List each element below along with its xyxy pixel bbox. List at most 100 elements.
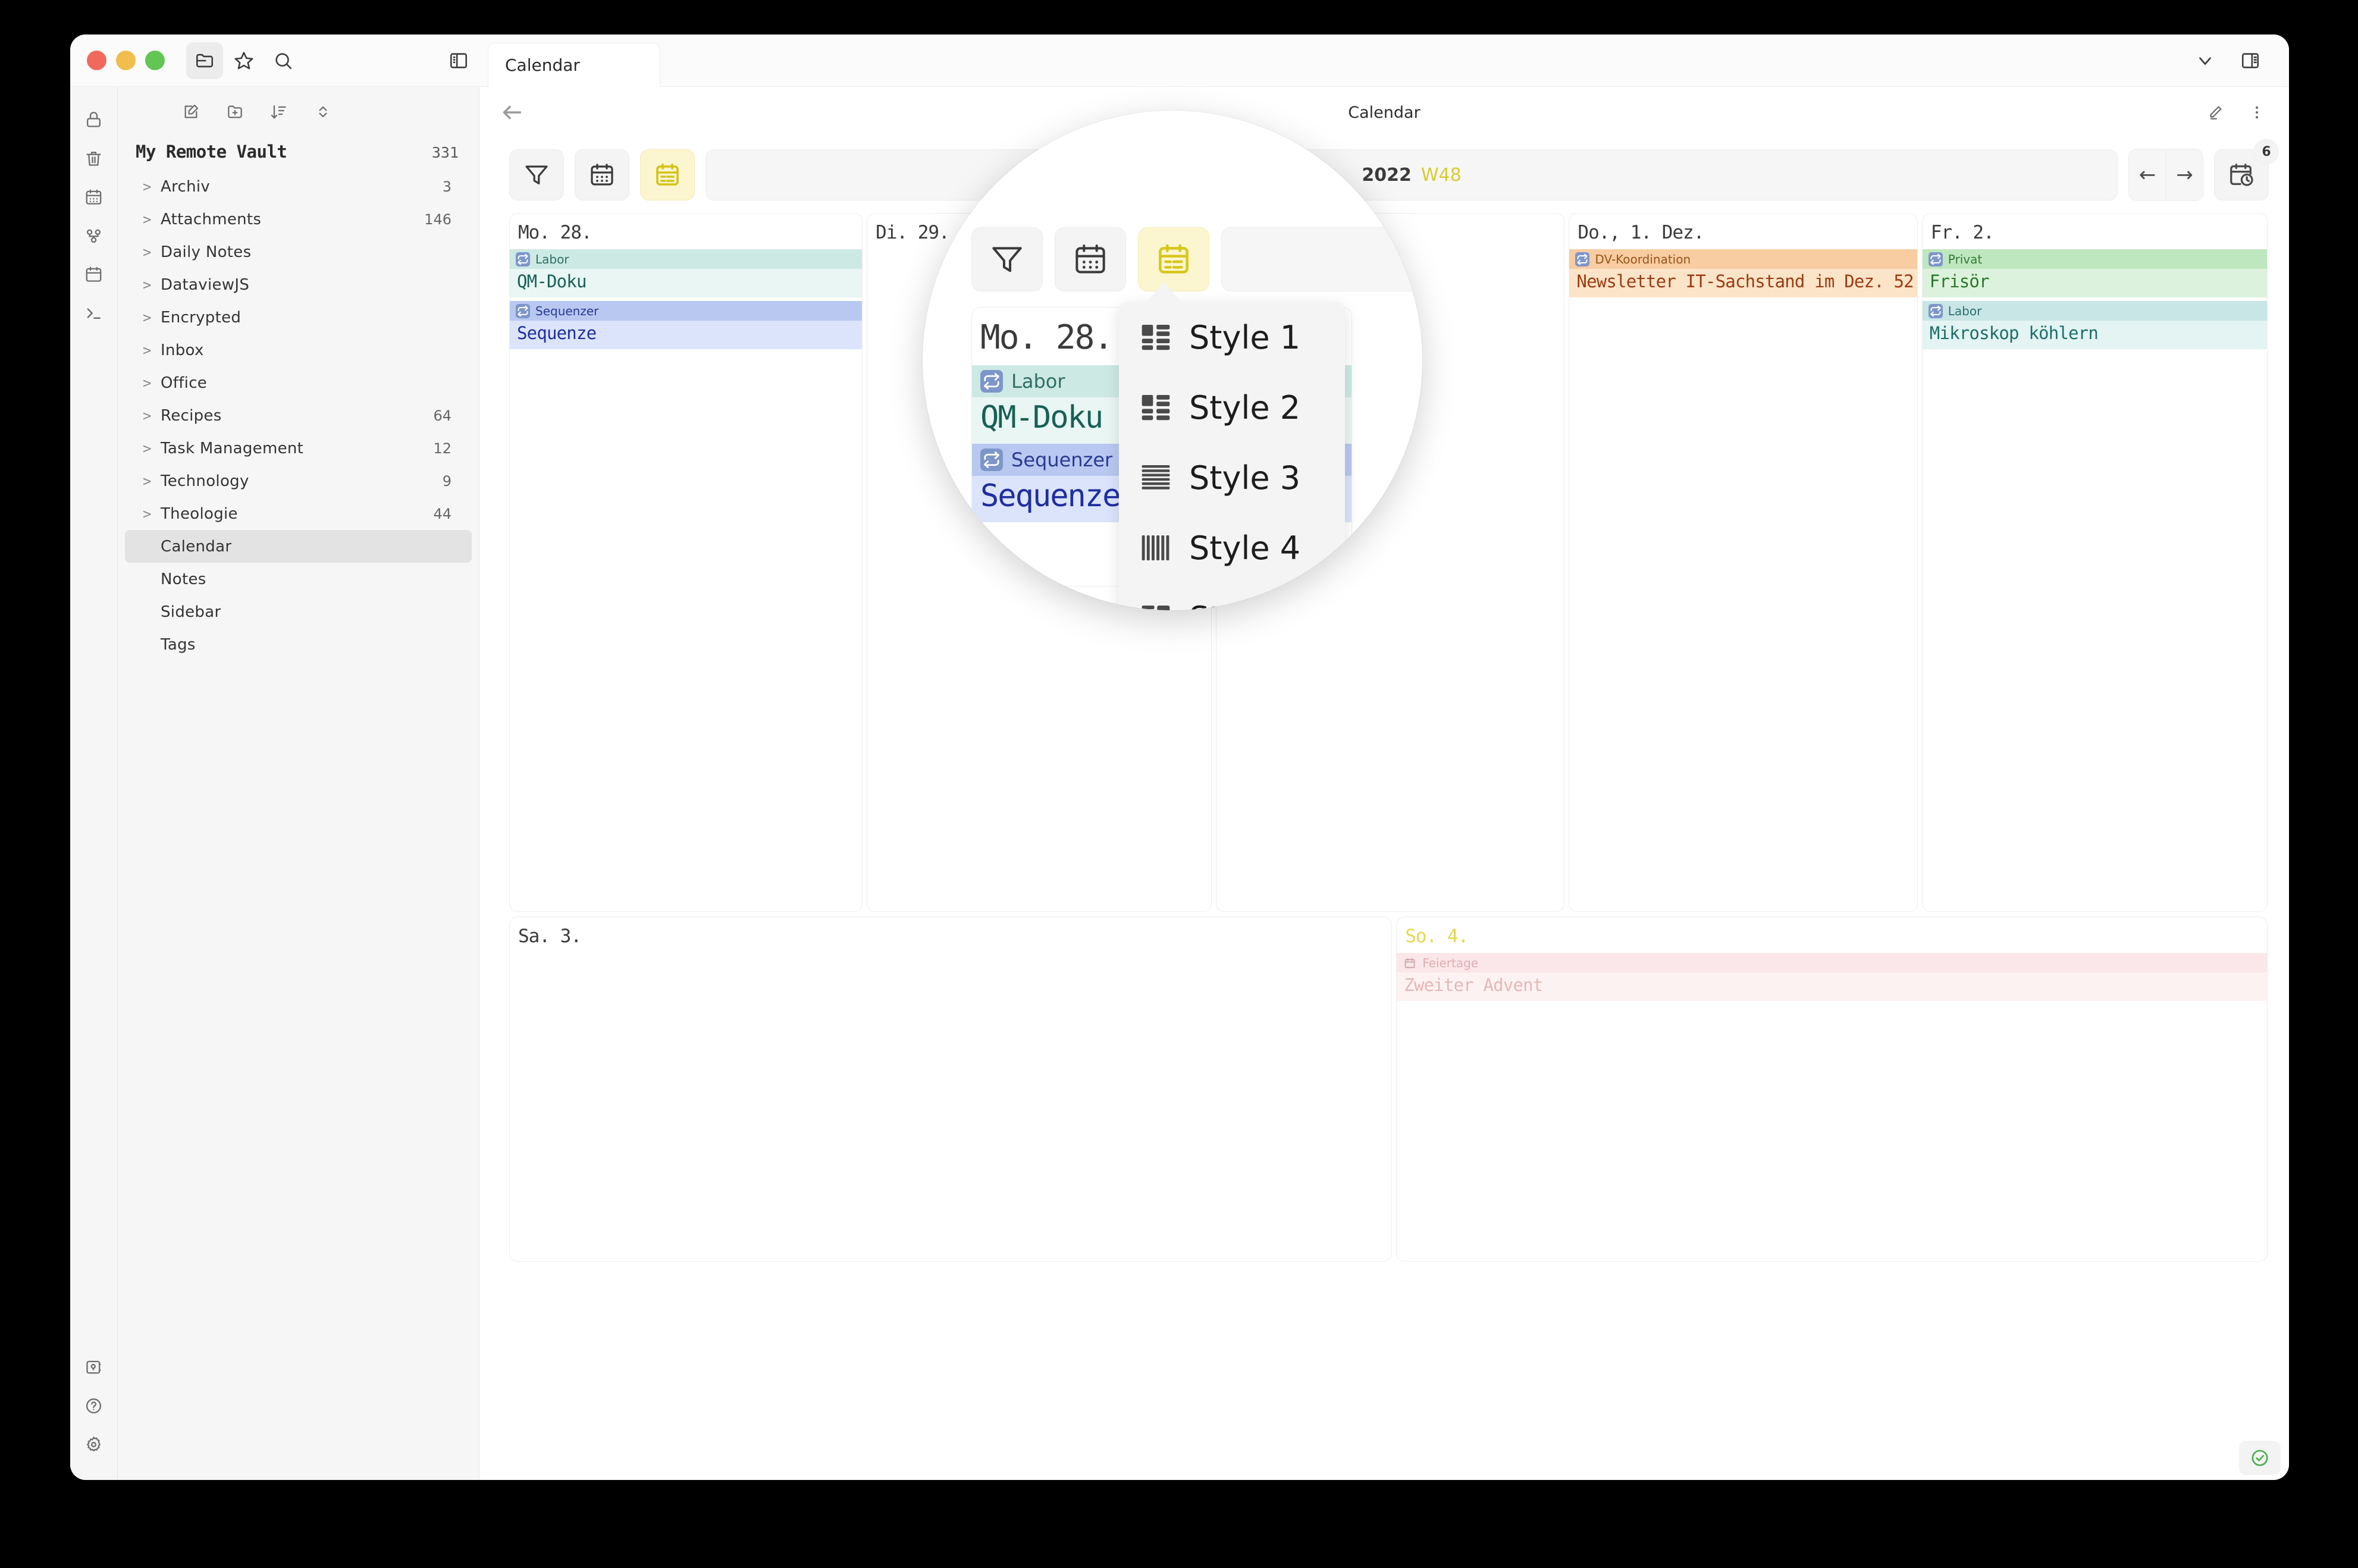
style-menu-item-4[interactable]: Style 4 xyxy=(1119,513,1345,583)
vault-header: My Remote Vault 331 xyxy=(118,137,479,162)
calendar-day-cell[interactable]: Fr. 2. Privat Frisör Labor Mikroskop köhlern xyxy=(1921,213,2268,912)
repeat-icon xyxy=(516,252,530,266)
help-icon[interactable] xyxy=(76,1387,112,1424)
sidebar-folder-technology[interactable]: > Technology 9 xyxy=(125,465,472,497)
chevron-right-icon: > xyxy=(143,374,152,391)
sidebar-folder-recipes[interactable]: > Recipes 64 xyxy=(125,399,472,432)
toggle-left-sidebar-icon[interactable] xyxy=(440,42,477,79)
event-calendar-label: DV-Koordination xyxy=(1595,252,1691,266)
magnified-calendar-month-view-button[interactable] xyxy=(1055,227,1126,291)
sidebar-item-notes[interactable]: Notes xyxy=(125,563,472,595)
calendar-event[interactable]: Feiertage Zweiter Advent xyxy=(1397,953,2267,1001)
trash-icon[interactable] xyxy=(76,140,112,177)
app-window: Calendar My Remote Vault 331 > Archiv 3 … xyxy=(70,35,2289,1480)
sidebar-toolbar xyxy=(118,87,479,137)
calendar-event[interactable]: DV-Koordination Newsletter IT-Sachstand i… xyxy=(1569,249,1917,297)
sidebar-item-calendar[interactable]: Calendar xyxy=(125,530,472,563)
sidebar-folder-attachments[interactable]: > Attachments 146 xyxy=(125,203,472,236)
sidebar-folder-label: Daily Notes xyxy=(161,243,252,261)
event-title: Mikroskop köhlern xyxy=(1922,321,2268,349)
period-nav-group: ← → xyxy=(2128,149,2203,201)
prev-period-button[interactable]: ← xyxy=(2129,149,2166,200)
sidebar-folder-dataviewjs[interactable]: > DataviewJS xyxy=(125,268,472,301)
sidebar-folder-count: 64 xyxy=(433,407,451,424)
event-title: Zweiter Advent xyxy=(1397,973,2267,1001)
pencil-icon[interactable] xyxy=(2202,99,2228,126)
titlebar-left xyxy=(70,35,479,87)
sidebar-folder-task-management[interactable]: > Task Management 12 xyxy=(125,432,472,465)
more-vertical-icon[interactable] xyxy=(2244,99,2270,126)
calendar-week-row-2: Sa. 3. So. 4. Feiertage Zweiter Advent xyxy=(509,917,2268,1262)
toggle-right-sidebar-icon[interactable] xyxy=(2232,42,2269,79)
star-icon[interactable] xyxy=(225,42,262,79)
sort-icon[interactable] xyxy=(264,96,294,127)
calendar-event[interactable]: Privat Frisör xyxy=(1922,249,2268,297)
event-calendar-row: DV-Koordination xyxy=(1569,249,1917,269)
event-calendar-label: Labor xyxy=(535,252,569,266)
style-menu-item-3[interactable]: Style 3 xyxy=(1119,443,1345,513)
file-tree: > Archiv 3 > Attachments 146 > Daily Notes > Data… xyxy=(118,162,479,661)
calendar-month-view-button[interactable] xyxy=(575,149,629,200)
calendar-event[interactable]: Labor Mikroskop köhlern xyxy=(1922,301,2268,349)
tab-calendar[interactable]: Calendar xyxy=(488,43,660,87)
event-calendar-row: Labor xyxy=(510,249,863,269)
style-menu-item-5[interactable]: Style xyxy=(1119,583,1345,610)
sidebar-item-sidebar[interactable]: Sidebar xyxy=(125,595,472,628)
layout-grid-icon xyxy=(1139,321,1172,354)
sidebar-folder-label: Theologie xyxy=(161,504,238,523)
sidebar-folder-daily-notes[interactable]: > Daily Notes xyxy=(125,236,472,268)
sidebar-item-tags[interactable]: Tags xyxy=(125,628,472,661)
magnified-event-calendar-label: Sequenzer xyxy=(1011,449,1113,471)
style-menu-item-label: Style xyxy=(1189,600,1270,611)
calendar-day-cell[interactable]: So. 4. Feiertage Zweiter Advent xyxy=(1396,917,2268,1262)
day-header: Sa. 3. xyxy=(518,926,582,947)
sidebar-folder-inbox[interactable]: > Inbox xyxy=(125,334,472,366)
folder-icon[interactable] xyxy=(186,42,223,79)
calendar-day-cell[interactable]: Sa. 3. xyxy=(509,917,1393,1262)
new-note-icon[interactable] xyxy=(175,96,206,127)
filter-funnel-icon[interactable] xyxy=(509,149,564,200)
calendar-day-cell[interactable]: Do., 1. Dez. DV-Koordination Newsletter IT… xyxy=(1569,213,1918,912)
style-menu-item-2[interactable]: Style 2 xyxy=(1119,372,1345,443)
sidebar-folder-archiv[interactable]: > Archiv 3 xyxy=(125,170,472,203)
search-icon[interactable] xyxy=(265,42,302,79)
sidebar-item-label: Tags xyxy=(161,635,196,654)
calendar-event[interactable]: Sequenzer Sequenze xyxy=(510,301,863,349)
lock-icon[interactable] xyxy=(76,101,112,138)
repeat-icon xyxy=(980,370,1003,393)
vault-icon[interactable] xyxy=(76,1349,112,1385)
style-menu-item-label: Style 1 xyxy=(1189,318,1301,356)
sync-status-badge[interactable] xyxy=(2239,1441,2281,1475)
magnified-filter-funnel-icon[interactable] xyxy=(971,227,1043,291)
calendar-day-cell[interactable]: Mo. 28. Labor QM-Doku Sequenzer Sequenze xyxy=(509,213,863,912)
style-menu-item-1[interactable]: Style 1 xyxy=(1119,302,1345,372)
magnified-period-display[interactable] xyxy=(1221,227,1422,291)
settings-gear-icon[interactable] xyxy=(76,1426,112,1463)
calendar-grid-icon[interactable] xyxy=(76,178,112,215)
arrow-left-icon[interactable] xyxy=(498,99,526,126)
calendar-icon[interactable] xyxy=(76,256,112,293)
minimize-button[interactable] xyxy=(116,51,136,70)
tabstrip: Calendar xyxy=(479,35,660,87)
next-period-button[interactable]: → xyxy=(2166,149,2203,200)
body-split: My Remote Vault 331 > Archiv 3 > Attachments… xyxy=(70,87,2289,1480)
graph-icon[interactable] xyxy=(76,217,112,254)
sidebar-folder-count: 44 xyxy=(433,505,451,522)
new-folder-icon[interactable] xyxy=(220,96,250,127)
chevron-right-icon: > xyxy=(143,178,152,195)
event-title: Frisör xyxy=(1922,269,2268,297)
chevron-right-icon: > xyxy=(143,211,152,228)
calendar-event[interactable]: Labor QM-Doku xyxy=(510,249,863,297)
sidebar-folder-office[interactable]: > Office xyxy=(125,366,472,399)
sidebar-folder-theologie[interactable]: > Theologie 44 xyxy=(125,497,472,530)
close-button[interactable] xyxy=(87,51,106,70)
titlebar: Calendar xyxy=(70,35,2289,87)
chevron-down-icon[interactable] xyxy=(2187,42,2224,79)
maximize-button[interactable] xyxy=(145,51,165,70)
terminal-icon[interactable] xyxy=(76,294,112,331)
sidebar-folder-encrypted[interactable]: > Encrypted xyxy=(125,301,472,334)
calendar-agenda-view-button[interactable] xyxy=(640,149,695,200)
expand-collapse-icon[interactable] xyxy=(308,96,338,127)
today-button[interactable]: 6 xyxy=(2214,139,2279,200)
event-calendar-row: Sequenzer xyxy=(510,301,863,321)
